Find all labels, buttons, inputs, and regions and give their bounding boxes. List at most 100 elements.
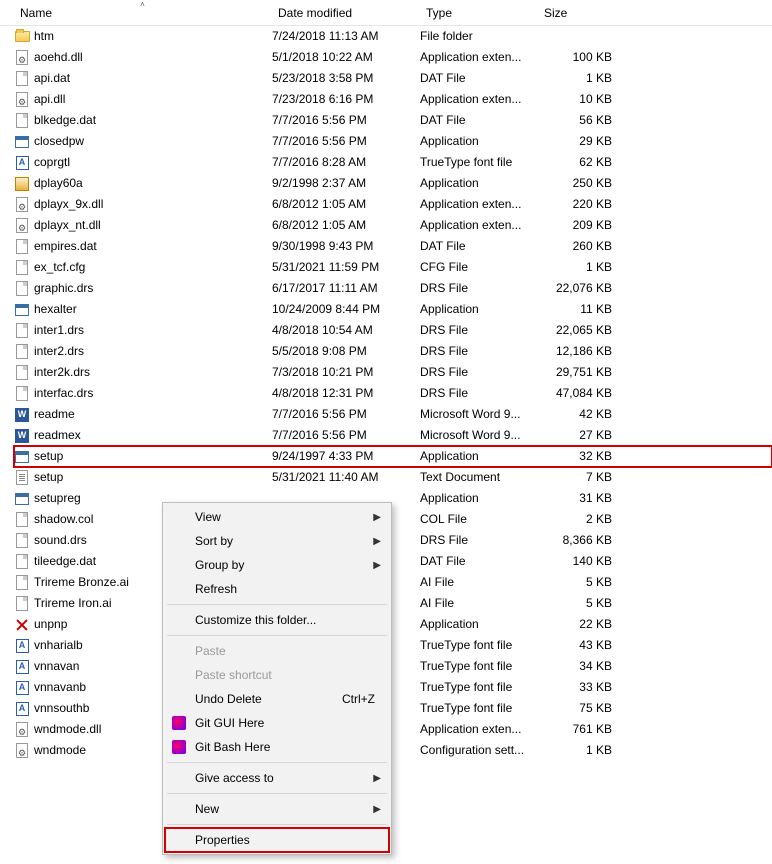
file-size: 1 KB (538, 740, 618, 761)
file-row[interactable]: inter1.drs4/8/2018 10:54 AMDRS File22,06… (14, 320, 772, 341)
file-name: unpnp (34, 614, 67, 635)
file-row[interactable]: hexalter10/24/2009 8:44 PMApplication11 … (14, 299, 772, 320)
ttf-icon (14, 659, 30, 675)
column-header-date[interactable]: Date modified (272, 2, 420, 24)
menu-separator (167, 824, 387, 825)
file-size: 5 KB (538, 593, 618, 614)
file-row[interactable]: vnnsouthbTrueType font file75 KB (14, 698, 772, 719)
menu-item-refresh[interactable]: Refresh (165, 577, 389, 601)
file-row[interactable]: aoehd.dll5/1/2018 10:22 AMApplication ex… (14, 47, 772, 68)
menu-item-label: View (195, 510, 221, 524)
menu-separator (167, 762, 387, 763)
setup-icon (14, 491, 30, 507)
file-row[interactable]: setup9/24/1997 4:33 PMApplication32 KB (14, 446, 772, 467)
file-row[interactable]: api.dat5/23/2018 3:58 PMDAT File1 KB (14, 68, 772, 89)
file-row[interactable]: unpnpApplication22 KB (14, 614, 772, 635)
file-name: wndmode.dll (34, 719, 101, 740)
file-row[interactable]: blkedge.dat7/7/2016 5:56 PMDAT File56 KB (14, 110, 772, 131)
file-row[interactable]: sound.drsDRS File8,366 KB (14, 530, 772, 551)
file-row[interactable]: inter2k.drs7/3/2018 10:21 PMDRS File29,7… (14, 362, 772, 383)
file-row[interactable]: graphic.drs6/17/2017 11:11 AMDRS File22,… (14, 278, 772, 299)
file-type: AI File (420, 572, 538, 593)
file-row[interactable]: dplayx_9x.dll6/8/2012 1:05 AMApplication… (14, 194, 772, 215)
file-row[interactable]: closedpw7/7/2016 5:56 PMApplication29 KB (14, 131, 772, 152)
file-type: DRS File (420, 383, 538, 404)
file-type: DRS File (420, 278, 538, 299)
file-name: graphic.drs (34, 278, 93, 299)
file-row[interactable]: Trireme Iron.aiAI File5 KB (14, 593, 772, 614)
file-row[interactable]: setup5/31/2021 11:40 AMText Document7 KB (14, 467, 772, 488)
file-row[interactable]: vnharialbTrueType font file43 KB (14, 635, 772, 656)
menu-item-new[interactable]: New ▶ (165, 797, 389, 821)
file-row[interactable]: api.dll7/23/2018 6:16 PMApplication exte… (14, 89, 772, 110)
file-row[interactable]: interfac.drs4/8/2018 12:31 PMDRS File47,… (14, 383, 772, 404)
menu-item-give-access[interactable]: Give access to ▶ (165, 766, 389, 790)
menu-item-customize-folder[interactable]: Customize this folder... (165, 608, 389, 632)
column-header-name[interactable]: Name ˄ (14, 2, 272, 24)
file-date: 4/8/2018 12:31 PM (272, 383, 420, 404)
file-size: 29,751 KB (538, 362, 618, 383)
file-type: Application exten... (420, 719, 538, 740)
file-date: 5/31/2021 11:59 PM (272, 257, 420, 278)
file-type: TrueType font file (420, 635, 538, 656)
menu-item-git-gui[interactable]: Git GUI Here (165, 711, 389, 735)
file-row[interactable]: wndmodeConfiguration sett...1 KB (14, 740, 772, 761)
file-name: readme (34, 404, 75, 425)
file-type: Microsoft Word 9... (420, 425, 538, 446)
file-row[interactable]: wndmode.dllApplication exten...761 KB (14, 719, 772, 740)
menu-item-group-by[interactable]: Group by ▶ (165, 553, 389, 577)
gear-icon (14, 197, 30, 213)
txt-icon (14, 470, 30, 486)
menu-item-undo-delete[interactable]: Undo Delete Ctrl+Z (165, 687, 389, 711)
submenu-arrow-icon: ▶ (373, 560, 381, 571)
file-date: 7/7/2016 5:56 PM (272, 131, 420, 152)
file-date: 7/24/2018 11:13 AM (272, 26, 420, 47)
file-row[interactable]: readme7/7/2016 5:56 PMMicrosoft Word 9..… (14, 404, 772, 425)
file-type: DAT File (420, 110, 538, 131)
file-type: TrueType font file (420, 698, 538, 719)
file-size: 7 KB (538, 467, 618, 488)
submenu-arrow-icon: ▶ (373, 536, 381, 547)
file-row[interactable]: htm7/24/2018 11:13 AMFile folder (14, 26, 772, 47)
menu-item-git-bash[interactable]: Git Bash Here (165, 735, 389, 759)
file-row[interactable]: vnnavanTrueType font file34 KB (14, 656, 772, 677)
file-row[interactable]: coprgtl7/7/2016 8:28 AMTrueType font fil… (14, 152, 772, 173)
file-row[interactable]: shadow.colCOL File2 KB (14, 509, 772, 530)
gear-icon (14, 722, 30, 738)
file-name: aoehd.dll (34, 47, 83, 68)
file-type: Application (420, 131, 538, 152)
word-icon (14, 407, 30, 423)
file-row[interactable]: ex_tcf.cfg5/31/2021 11:59 PMCFG File1 KB (14, 257, 772, 278)
file-row[interactable]: setupregApplication31 KB (14, 488, 772, 509)
file-row[interactable]: tileedge.datDAT File140 KB (14, 551, 772, 572)
file-name: tileedge.dat (34, 551, 96, 572)
file-type: TrueType font file (420, 152, 538, 173)
file-row[interactable]: empires.dat9/30/1998 9:43 PMDAT File260 … (14, 236, 772, 257)
file-row[interactable]: readmex7/7/2016 5:56 PMMicrosoft Word 9.… (14, 425, 772, 446)
file-size: 33 KB (538, 677, 618, 698)
file-row[interactable]: inter2.drs5/5/2018 9:08 PMDRS File12,186… (14, 341, 772, 362)
sort-ascending-icon: ˄ (140, 0, 145, 9)
file-name: closedpw (34, 131, 84, 152)
column-header-type[interactable]: Type (420, 2, 538, 24)
file-type: DAT File (420, 551, 538, 572)
file-type: Application (420, 488, 538, 509)
ai-icon (14, 575, 30, 591)
file-date: 6/17/2017 11:11 AM (272, 278, 420, 299)
exe-icon (14, 302, 30, 318)
page-icon (14, 71, 30, 87)
submenu-arrow-icon: ▶ (373, 512, 381, 523)
page-icon (14, 554, 30, 570)
column-header-size[interactable]: Size (538, 2, 618, 24)
file-date: 5/31/2021 11:40 AM (272, 467, 420, 488)
file-name: hexalter (34, 299, 77, 320)
menu-item-view[interactable]: View ▶ (165, 505, 389, 529)
file-size: 209 KB (538, 215, 618, 236)
file-row[interactable]: vnnavanbTrueType font file33 KB (14, 677, 772, 698)
menu-item-sort-by[interactable]: Sort by ▶ (165, 529, 389, 553)
file-row[interactable]: Trireme Bronze.aiAI File5 KB (14, 572, 772, 593)
menu-item-properties[interactable]: Properties (165, 828, 389, 852)
file-date: 5/23/2018 3:58 PM (272, 68, 420, 89)
file-row[interactable]: dplayx_nt.dll6/8/2012 1:05 AMApplication… (14, 215, 772, 236)
file-row[interactable]: dplay60a9/2/1998 2:37 AMApplication250 K… (14, 173, 772, 194)
